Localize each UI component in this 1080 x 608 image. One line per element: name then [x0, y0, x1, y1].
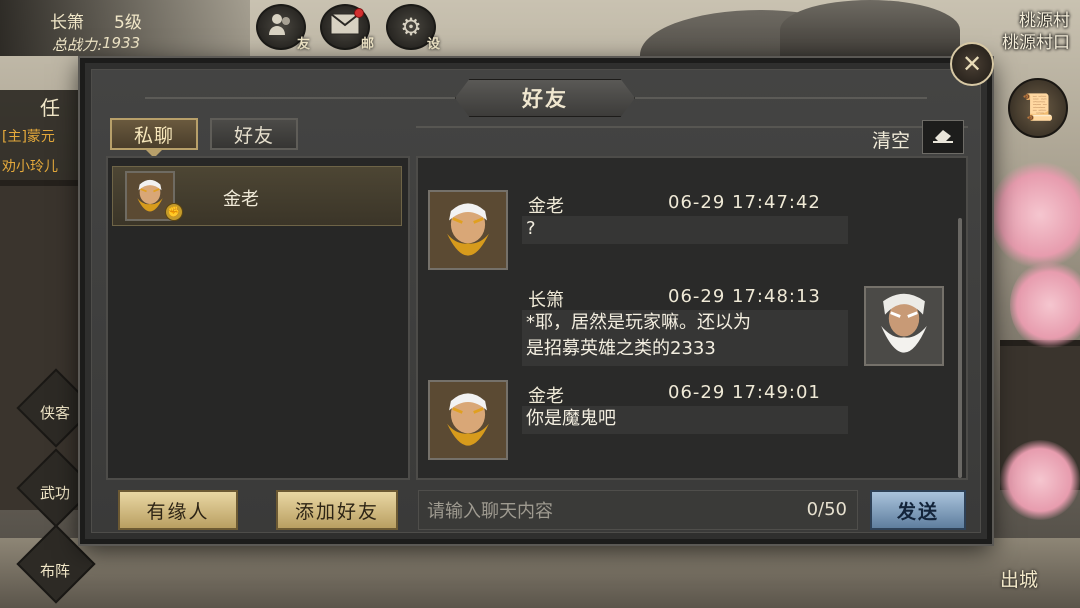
friend-list: ✊ 金老 [106, 156, 410, 480]
friend-list-item[interactable]: ✊ 金老 [112, 166, 402, 226]
formation-menu-label: 布阵 [40, 562, 71, 580]
message-sender: 金老 [528, 196, 564, 217]
fist-badge-icon: ✊ [165, 203, 183, 221]
message-bubble: *耶，居然是玩家嘛。还以为 是招募英雄之类的2333 [522, 310, 848, 366]
clear-label: 清空 [872, 130, 911, 152]
player-name: 长箫 [50, 13, 84, 33]
friends-button-label: 友 [296, 37, 310, 52]
heroes-menu-label: 侠客 [40, 404, 71, 422]
martial-arts-menu-label: 武功 [40, 484, 71, 502]
background-blossom [1000, 440, 1080, 520]
white-beard-elder-avatar[interactable] [864, 286, 944, 366]
task-label: 任 [40, 96, 60, 120]
close-button[interactable]: ✕ [950, 42, 994, 86]
mail-button[interactable]: 邮 [320, 4, 374, 52]
message-time: 06-29 17:47:42 [668, 192, 821, 213]
message-bubble: ? [522, 216, 848, 244]
eraser-icon [931, 126, 955, 149]
dialog-title: 好友 [455, 79, 635, 117]
golden-beard-elder-avatar[interactable] [428, 380, 508, 460]
friends-button[interactable]: 友 [256, 4, 310, 52]
message-line: *耶，居然是玩家嘛。还以为 [526, 312, 751, 333]
power-value: 1933 [102, 34, 141, 52]
background-blossom [990, 160, 1080, 270]
fate-match-button[interactable]: 有缘人 [118, 490, 238, 530]
message-sender: 金老 [528, 386, 564, 407]
message-sender: 长箫 [528, 290, 564, 311]
journal-button[interactable]: 📜 [1008, 78, 1068, 138]
message-time: 06-29 17:49:01 [668, 382, 821, 403]
settings-button-label: 设 [426, 37, 440, 52]
location-display: 桃源村 桃源村口 [1002, 10, 1070, 54]
chat-messages[interactable]: 金老 06-29 17:47:42 ? 长箫 06-29 17:48:13 *耶… [416, 156, 968, 480]
tab-friends[interactable]: 好友 [210, 118, 298, 150]
chat-scrollbar[interactable] [958, 218, 962, 478]
player-info-panel[interactable]: 长箫 5级 总战力: 1933 [0, 0, 250, 56]
friends-icon [267, 10, 295, 44]
clear-button[interactable] [922, 120, 964, 154]
settings-icon: ⚙ [400, 13, 422, 41]
background-blossom [1010, 260, 1080, 350]
background-ground [0, 538, 1080, 608]
golden-beard-elder-avatar[interactable] [428, 190, 508, 270]
chat-input[interactable] [427, 497, 787, 525]
power-label: 总战力: [52, 36, 103, 54]
chat-input-container: 0/50 [418, 490, 858, 530]
message-bubble: 你是魔鬼吧 [522, 406, 848, 434]
exit-city-button[interactable]: 出城 [1000, 565, 1038, 592]
settings-button[interactable]: ⚙ 设 [386, 4, 440, 52]
add-friend-button[interactable]: 添加好友 [276, 490, 398, 530]
player-level: 5级 [114, 13, 142, 33]
location-area: 桃源村 [1019, 11, 1070, 31]
background-mountain [780, 0, 960, 60]
message-time: 06-29 17:48:13 [668, 286, 821, 307]
mail-notification-dot [354, 8, 364, 18]
location-spot: 桃源村口 [1002, 33, 1070, 53]
close-icon: ✕ [961, 50, 983, 78]
message-line: 是招募英雄之类的2333 [526, 338, 716, 359]
send-button[interactable]: 发送 [870, 490, 966, 530]
mail-button-label: 邮 [360, 37, 374, 52]
tab-private-chat[interactable]: 私聊 [110, 118, 198, 158]
input-char-count: 0/50 [806, 499, 847, 520]
quest-item[interactable]: [主]蒙元 [2, 126, 55, 146]
friend-name: 金老 [223, 189, 259, 210]
book-icon: 📜 [1021, 93, 1055, 123]
quest-item[interactable]: 劝小玲儿 [2, 156, 58, 176]
